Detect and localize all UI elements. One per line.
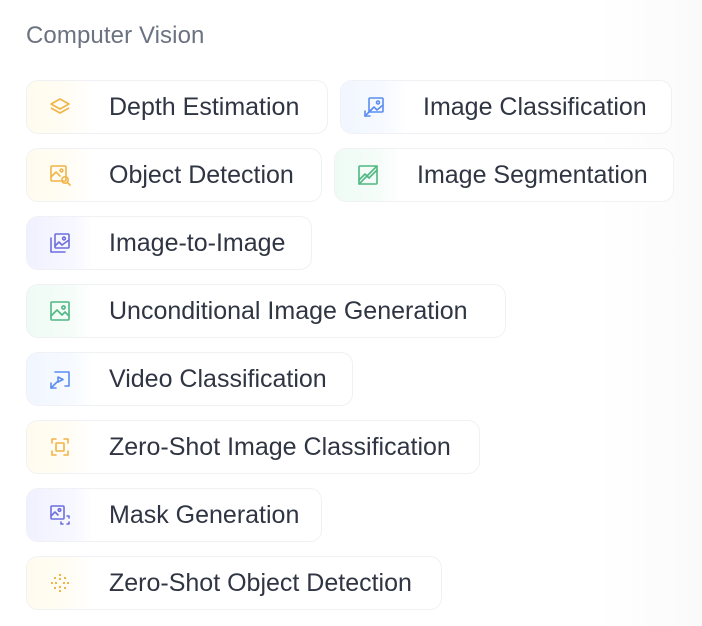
tag-label: Depth Estimation — [109, 93, 300, 121]
tag-row: Unconditional Image Generation — [26, 284, 696, 338]
tag-label: Video Classification — [109, 365, 327, 393]
layers-icon — [27, 81, 93, 133]
tag-row: Mask Generation — [26, 488, 696, 542]
image-icon — [27, 285, 93, 337]
tag-label: Object Detection — [109, 161, 294, 189]
tag-row: Zero-Shot Object Detection — [26, 556, 696, 610]
computer-vision-panel: Computer Vision Depth Estimation Image C… — [0, 0, 702, 626]
video-classification-icon — [27, 353, 93, 405]
tag-object-detection[interactable]: Object Detection — [26, 148, 322, 202]
tag-mask-generation[interactable]: Mask Generation — [26, 488, 322, 542]
zero-shot-object-icon — [27, 557, 93, 609]
section-title: Computer Vision — [26, 22, 205, 49]
tag-row: Video Classification — [26, 352, 696, 406]
tag-row: Object Detection Image Segmentation — [26, 148, 696, 202]
tag-row: Zero-Shot Image Classification — [26, 420, 696, 474]
tag-image-segmentation[interactable]: Image Segmentation — [334, 148, 674, 202]
tag-label: Mask Generation — [109, 501, 300, 529]
image-segmentation-icon — [335, 149, 401, 201]
mask-generation-icon — [27, 489, 93, 541]
tag-label: Zero-Shot Image Classification — [109, 433, 451, 461]
object-detection-icon — [27, 149, 93, 201]
zero-shot-image-icon — [27, 421, 93, 473]
tag-zero-shot-object-detection[interactable]: Zero-Shot Object Detection — [26, 556, 442, 610]
tag-image-classification[interactable]: Image Classification — [340, 80, 672, 134]
image-to-image-icon — [27, 217, 93, 269]
tag-label: Image-to-Image — [109, 229, 286, 257]
tag-image-to-image[interactable]: Image-to-Image — [26, 216, 312, 270]
tag-depth-estimation[interactable]: Depth Estimation — [26, 80, 328, 134]
tag-unconditional-image-generation[interactable]: Unconditional Image Generation — [26, 284, 506, 338]
tag-zero-shot-image-classification[interactable]: Zero-Shot Image Classification — [26, 420, 480, 474]
tag-label: Image Classification — [423, 93, 647, 121]
tag-label: Zero-Shot Object Detection — [109, 569, 412, 597]
tag-label: Unconditional Image Generation — [109, 297, 468, 325]
tag-row: Depth Estimation Image Classification — [26, 80, 696, 134]
tag-row: Image-to-Image — [26, 216, 696, 270]
image-classification-icon — [341, 81, 407, 133]
tag-video-classification[interactable]: Video Classification — [26, 352, 353, 406]
task-tag-list: Depth Estimation Image Classification Ob… — [26, 80, 696, 624]
tag-label: Image Segmentation — [417, 161, 648, 189]
